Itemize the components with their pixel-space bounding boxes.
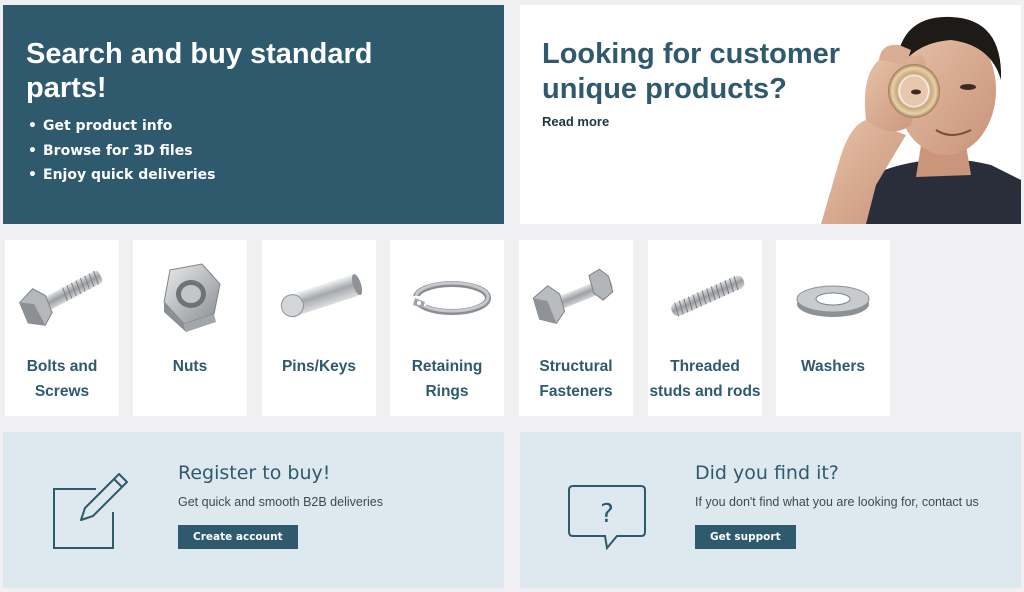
threaded-rod-icon xyxy=(671,275,745,317)
hero-unique-title: Looking for customer unique products? xyxy=(542,38,841,105)
hero-unique-products[interactable]: Looking for customer unique products? Re… xyxy=(520,5,1021,224)
bolt-icon xyxy=(19,270,103,326)
hero-bullet: • Browse for 3D files xyxy=(28,139,504,164)
hero-bullet: • Enjoy quick deliveries xyxy=(28,163,504,188)
category-washers[interactable]: Washers xyxy=(776,240,890,416)
category-label: Washers xyxy=(800,358,866,375)
question-mark-glyph: ? xyxy=(600,499,614,529)
bullet-icon: • xyxy=(28,142,37,159)
create-account-button[interactable]: Create account xyxy=(178,525,298,549)
category-nuts[interactable]: Nuts xyxy=(133,240,247,416)
category-label: Threaded studs and rods xyxy=(649,358,761,400)
register-text: Get quick and smooth B2B deliveries xyxy=(178,495,383,509)
bullet-icon: • xyxy=(28,118,37,134)
category-label: Nuts xyxy=(172,358,208,375)
structural-fastener-icon xyxy=(532,268,614,324)
category-retaining-rings[interactable]: Retaining Rings xyxy=(390,240,504,416)
washer-icon xyxy=(796,285,870,317)
hero-title: Search and buy standard parts! xyxy=(26,38,373,104)
pin-icon xyxy=(280,274,363,318)
bullet-icon: • xyxy=(28,167,37,183)
category-label: Retaining Rings xyxy=(411,358,483,400)
edit-icon xyxy=(53,473,128,549)
category-pins-keys[interactable]: Pins/Keys xyxy=(262,240,376,416)
support-text: If you don't find what you are looking f… xyxy=(695,495,979,509)
hero-bullet-list: • Get product info • Browse for 3D files •… xyxy=(26,114,504,188)
hero-bullet: • Get product info xyxy=(28,114,504,139)
get-support-button[interactable]: Get support xyxy=(695,525,796,549)
category-bolts-and-screws[interactable]: Bolts and Screws xyxy=(5,240,119,416)
category-label: Bolts and Screws xyxy=(26,358,98,400)
register-title: Register to buy! xyxy=(178,462,331,484)
category-threaded-studs-and-rods[interactable]: Threaded studs and rods xyxy=(648,240,762,416)
support-title: Did you find it? xyxy=(695,462,839,484)
category-structural-fasteners[interactable]: Structural Fasteners xyxy=(519,240,633,416)
category-label: Pins/Keys xyxy=(281,358,357,375)
nut-icon xyxy=(163,263,221,332)
question-bubble-icon: ? xyxy=(568,485,646,550)
retaining-ring-icon xyxy=(412,281,491,315)
register-panel: Register to buy! Get quick and smooth B2… xyxy=(3,432,504,588)
category-label: Structural Fasteners xyxy=(539,358,613,400)
hero-standard-parts: Search and buy standard parts! • Get prod… xyxy=(3,5,504,224)
category-grid: Bolts and Screws Nuts Pins/Keys Retainin… xyxy=(5,240,895,416)
read-more-link[interactable]: Read more xyxy=(542,114,609,129)
support-panel: ? Did you find it? If you don't find wha… xyxy=(520,432,1021,588)
